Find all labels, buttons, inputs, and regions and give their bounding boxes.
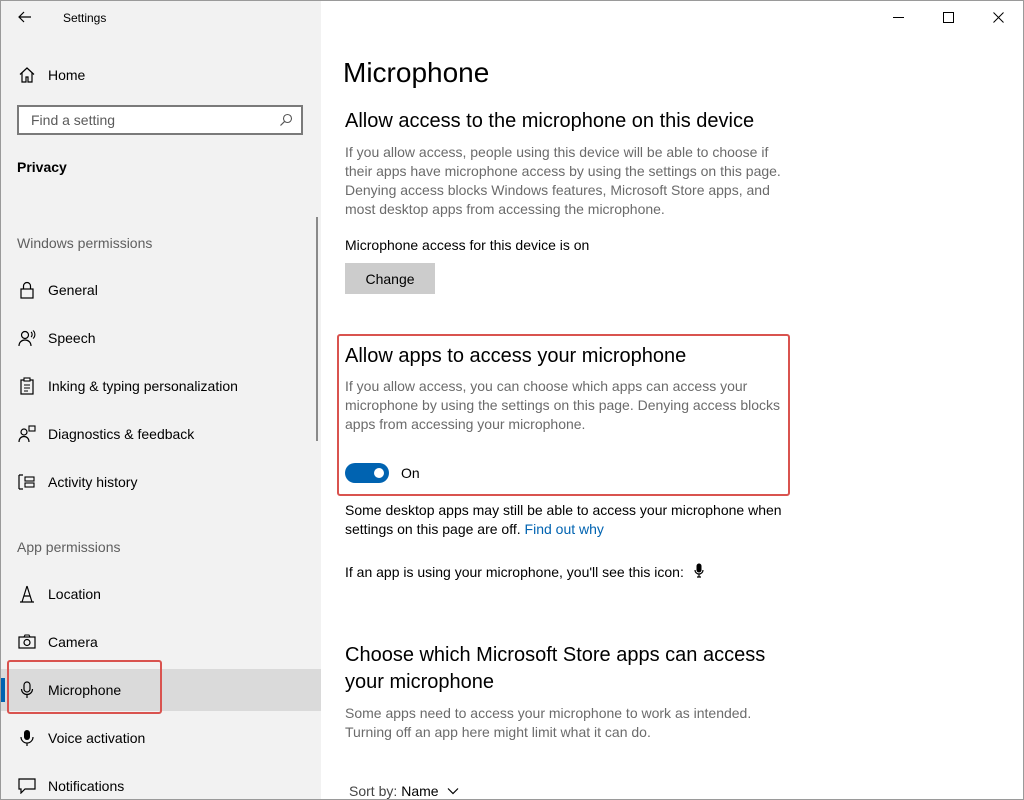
- sort-label: Sort by:: [349, 783, 398, 799]
- microphone-icon: [17, 680, 37, 700]
- notifications-icon: [17, 776, 37, 796]
- device-access-description: If you allow access, people using this d…: [345, 144, 781, 217]
- sidebar-item-voice-activation[interactable]: Voice activation: [1, 717, 321, 759]
- apps-access-toggle[interactable]: [345, 463, 389, 483]
- sidebar-item-general[interactable]: General: [1, 269, 321, 311]
- mic-icon-note-text: If an app is using your microphone, you'…: [345, 564, 684, 581]
- sidebar-item-home[interactable]: Home: [1, 57, 321, 93]
- sidebar-item-label: Voice activation: [48, 730, 146, 746]
- main-content: Microphone Allow access to the microphon…: [321, 1, 1023, 799]
- store-apps-description: Some apps need to access your microphone…: [345, 705, 752, 740]
- sidebar-item-notifications[interactable]: Notifications: [1, 765, 321, 799]
- sidebar-item-diagnostics[interactable]: Diagnostics & feedback: [1, 413, 321, 455]
- sidebar-item-label: Home: [48, 67, 86, 83]
- sidebar-item-label: General: [48, 282, 98, 298]
- sidebar-item-label: Activity history: [48, 474, 138, 490]
- window-controls: [873, 1, 1023, 33]
- speech-person-icon: [17, 328, 37, 348]
- apps-access-toggle-row: On: [345, 463, 420, 483]
- maximize-icon: [942, 11, 954, 23]
- settings-window: Settings Home Privacy Windows permission…: [0, 0, 1024, 800]
- minimize-icon: [892, 16, 904, 18]
- store-apps-heading: Choose which Microsoft Store apps can ac…: [345, 642, 765, 696]
- close-icon: [992, 11, 1004, 23]
- sidebar-item-speech[interactable]: Speech: [1, 317, 321, 359]
- sidebar-item-label: Location: [48, 586, 101, 602]
- home-icon: [17, 65, 37, 85]
- minimize-button[interactable]: [873, 1, 923, 33]
- camera-icon: [17, 632, 37, 652]
- clipboard-icon: [17, 376, 37, 396]
- sidebar-item-label: Camera: [48, 634, 98, 650]
- sidebar-item-camera[interactable]: Camera: [1, 621, 321, 663]
- sort-row: Sort by: Name: [349, 783, 459, 799]
- sidebar-item-microphone[interactable]: Microphone: [1, 669, 321, 711]
- lock-icon: [17, 280, 37, 300]
- desktop-apps-note: Some desktop apps may still be able to a…: [345, 501, 790, 539]
- toggle-state-label: On: [401, 465, 420, 481]
- sidebar-item-inking[interactable]: Inking & typing personalization: [1, 365, 321, 407]
- chevron-down-icon[interactable]: [447, 787, 459, 795]
- page-title: Microphone: [343, 57, 490, 88]
- sidebar-item-label: Speech: [48, 330, 96, 346]
- change-button[interactable]: Change: [345, 263, 435, 294]
- sidebar-scrollbar[interactable]: [316, 217, 318, 441]
- voice-activation-icon: [17, 728, 37, 748]
- search-icon[interactable]: [277, 111, 295, 129]
- device-access-heading: Allow access to the microphone on this d…: [345, 110, 755, 132]
- store-apps-heading-line2: your microphone: [345, 671, 494, 693]
- back-button[interactable]: [13, 6, 37, 28]
- maximize-button[interactable]: [923, 1, 973, 33]
- search-box[interactable]: [17, 105, 303, 135]
- windows-permissions-header: Windows permissions: [17, 235, 153, 251]
- sidebar-item-label: Inking & typing personalization: [48, 378, 238, 394]
- find-out-why-link[interactable]: Find out why: [525, 521, 604, 537]
- search-input[interactable]: [29, 111, 277, 129]
- sidebar: Settings Home Privacy Windows permission…: [1, 1, 321, 799]
- apps-access-heading: Allow apps to access your microphone: [345, 345, 687, 367]
- location-icon: [17, 584, 37, 604]
- app-permissions-header: App permissions: [17, 539, 121, 555]
- sidebar-item-label: Microphone: [48, 682, 122, 698]
- sidebar-item-activity-history[interactable]: Activity history: [1, 461, 321, 503]
- close-button[interactable]: [973, 1, 1023, 33]
- person-feedback-icon: [17, 424, 37, 444]
- sort-dropdown[interactable]: Name: [401, 783, 438, 799]
- app-title: Settings: [63, 11, 107, 25]
- titlebar: Settings: [1, 1, 321, 35]
- sidebar-item-location[interactable]: Location: [1, 573, 321, 615]
- timeline-icon: [17, 472, 37, 492]
- section-title: Privacy: [17, 159, 67, 175]
- apps-access-description: If you allow access, you can choose whic…: [345, 378, 781, 432]
- device-access-status: Microphone access for this device is on: [345, 237, 590, 253]
- microphone-indicator-icon: [694, 563, 704, 584]
- sidebar-item-label: Notifications: [48, 778, 125, 794]
- mic-icon-note: If an app is using your microphone, you'…: [345, 563, 704, 584]
- store-apps-heading-line1: Choose which Microsoft Store apps can ac…: [345, 644, 766, 666]
- sidebar-item-label: Diagnostics & feedback: [48, 426, 195, 442]
- toggle-knob: [374, 468, 384, 478]
- back-arrow-icon: [18, 11, 31, 23]
